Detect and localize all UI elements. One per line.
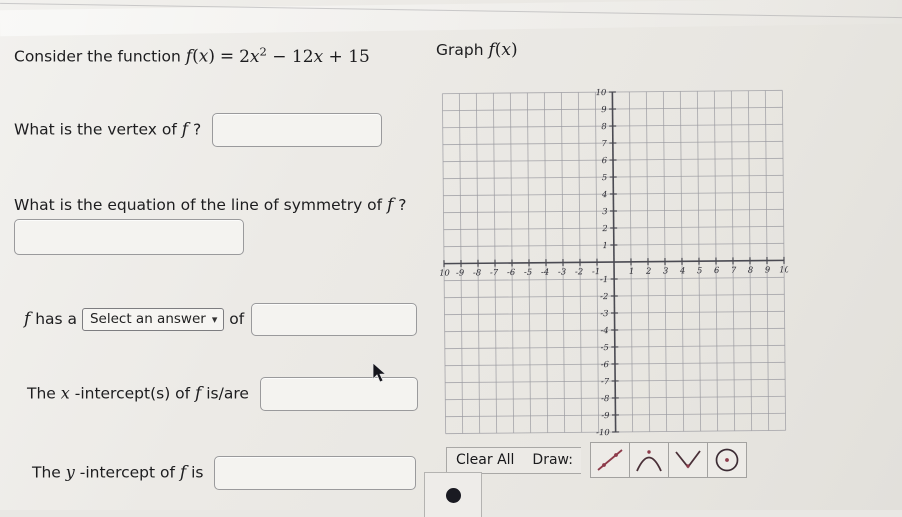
svg-text:6: 6 <box>714 265 720 275</box>
coordinate-grid-svg[interactable]: -10-9-8-7-6-5-4-3-2-112345678910-10-9-8-… <box>438 86 789 437</box>
mouse-cursor-icon <box>372 362 388 388</box>
circle-tool-button[interactable] <box>707 442 747 478</box>
extremum-select-value: Select an answer <box>90 311 206 327</box>
vertex-question-label: What is the vertex of <box>14 121 182 139</box>
extremum-question: f has a Select an answer▾ of <box>24 303 417 336</box>
svg-text:-1: -1 <box>600 274 608 284</box>
function-variable: x <box>199 47 209 67</box>
svg-text:10: 10 <box>596 87 607 97</box>
question-column: Consider the function f(x) = 2x2 − 12x +… <box>0 0 432 510</box>
svg-text:4: 4 <box>601 189 607 199</box>
svg-text:-6: -6 <box>507 267 516 277</box>
svg-text:-2: -2 <box>600 291 608 301</box>
svg-text:-2: -2 <box>575 266 583 276</box>
graph-column: Graph f(x) -10 -9 -8 -7 -6 -5 -4 -3 -2 -1 1 2 3 4 5 6 7 8… <box>432 0 902 510</box>
screenshot-root: Consider the function f(x) = 2x2 − 12x +… <box>0 0 902 510</box>
svg-text:6: 6 <box>602 155 608 165</box>
x-intercept-label-a: The <box>27 385 61 403</box>
absolute-value-icon <box>673 447 703 473</box>
svg-text:-5: -5 <box>524 267 532 277</box>
svg-text:-7: -7 <box>601 376 610 386</box>
svg-text:7: 7 <box>731 265 737 275</box>
equals-sign: = <box>220 47 234 67</box>
svg-text:-9: -9 <box>456 267 465 277</box>
function-expression: 2x2 − 12x + 15 <box>239 47 370 67</box>
symmetry-question-label-row: What is the equation of the line of symm… <box>14 195 407 216</box>
y-intercept-label-a: The <box>32 464 66 482</box>
y-intercept-variable: y <box>66 463 75 482</box>
extremum-value-input[interactable] <box>251 303 417 336</box>
svg-text:8: 8 <box>601 121 607 131</box>
symmetry-question-label: What is the equation of the line of symm… <box>14 196 387 214</box>
svg-text:2: 2 <box>645 266 651 276</box>
svg-text:-5: -5 <box>601 342 609 352</box>
prompt-text: Consider the function <box>14 48 186 66</box>
svg-text:-10: -10 <box>596 427 610 437</box>
graph-title-paren-close: ) <box>511 40 518 60</box>
svg-text:-6: -6 <box>601 359 610 369</box>
line-tool-button[interactable] <box>590 442 630 478</box>
coordinate-grid[interactable]: -10-9-8-7-6-5-4-3-2-112345678910-10-9-8-… <box>438 86 789 437</box>
y-intercept-label-c: is <box>186 464 203 482</box>
y-intercept-label-b: -intercept of <box>75 464 180 482</box>
extremum-of-label: of <box>224 310 249 328</box>
svg-text:5: 5 <box>602 172 607 182</box>
svg-text:-9: -9 <box>601 410 610 420</box>
circle-icon <box>712 447 742 473</box>
symmetry-input[interactable] <box>14 219 244 255</box>
svg-text:-8: -8 <box>601 393 610 403</box>
svg-text:7: 7 <box>601 138 607 148</box>
extremum-select[interactable]: Select an answer ▾ <box>82 308 224 332</box>
svg-text:-7: -7 <box>490 267 499 277</box>
svg-text:-8: -8 <box>473 267 482 277</box>
svg-text:3: 3 <box>663 265 668 275</box>
function-paren-open: ( <box>192 47 199 67</box>
svg-text:4: 4 <box>679 265 685 275</box>
graph-title-prefix: Graph <box>436 41 488 59</box>
svg-text:5: 5 <box>697 265 702 275</box>
svg-text:10: 10 <box>779 264 789 274</box>
svg-text:9: 9 <box>765 264 771 274</box>
x-intercept-label-b: -intercept(s) of <box>70 385 195 403</box>
x-intercept-variable: x <box>61 384 70 403</box>
point-tool-button[interactable] <box>424 472 482 517</box>
svg-text:1: 1 <box>629 266 634 276</box>
vertex-question-suffix: ? <box>188 121 201 139</box>
svg-text:-4: -4 <box>541 267 549 277</box>
x-intercept-label-c: is/are <box>201 385 249 403</box>
point-icon <box>446 488 461 503</box>
svg-text:3: 3 <box>602 206 607 216</box>
parabola-icon <box>634 447 664 473</box>
chevron-down-icon: ▾ <box>212 313 218 327</box>
svg-text:-3: -3 <box>600 308 608 318</box>
x-intercept-question: The x -intercept(s) of f is/are <box>27 377 418 411</box>
problem-prompt: Consider the function f(x) = 2x2 − 12x +… <box>14 44 370 68</box>
clear-all-button[interactable]: Clear All <box>446 447 523 474</box>
absolute-value-tool-button[interactable] <box>668 442 708 478</box>
y-intercept-input[interactable] <box>214 456 416 490</box>
svg-text:2: 2 <box>601 223 607 233</box>
svg-text:9: 9 <box>601 104 607 114</box>
graph-toolbar: Clear All Draw: <box>446 442 747 478</box>
parabola-tool-button[interactable] <box>629 442 669 478</box>
svg-text:8: 8 <box>748 265 754 275</box>
svg-text:-4: -4 <box>600 325 608 335</box>
svg-text:-10: -10 <box>438 268 450 278</box>
svg-text:1: 1 <box>602 240 607 250</box>
svg-text:-3: -3 <box>558 266 566 276</box>
vertex-input[interactable] <box>212 113 382 147</box>
graph-panel-title: Graph f(x) <box>436 40 518 60</box>
line-icon <box>595 447 625 473</box>
symmetry-question-suffix: ? <box>393 196 406 214</box>
symmetry-input-row <box>14 219 244 255</box>
draw-label: Draw: <box>523 447 581 474</box>
vertex-question: What is the vertex of f ? <box>14 113 382 147</box>
graph-title-x: x <box>501 40 511 60</box>
x-intercept-input[interactable] <box>260 377 418 411</box>
y-intercept-question: The y -intercept of f is <box>32 456 416 490</box>
draw-tool-group <box>591 442 747 478</box>
extremum-has-a-label: has a <box>30 310 82 328</box>
function-paren-close: ) <box>208 47 215 67</box>
